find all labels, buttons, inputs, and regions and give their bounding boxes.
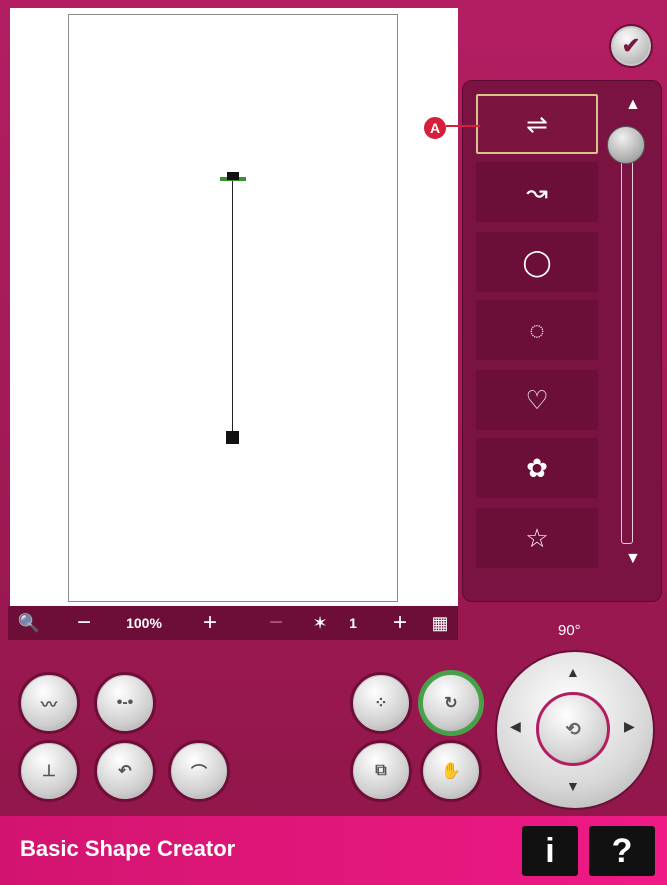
confirm-button[interactable]: ✔ bbox=[609, 24, 653, 68]
heart-shape-button[interactable]: ♡ bbox=[476, 370, 598, 430]
undo-shape-button[interactable]: ↶ bbox=[94, 740, 156, 802]
wheel-up-arrow[interactable]: ▲ bbox=[566, 664, 580, 680]
select-points-button[interactable]: ⁘ bbox=[350, 672, 412, 734]
resize-mode-button[interactable]: ⧉ bbox=[350, 740, 412, 802]
circle-shape-button[interactable]: ◯ bbox=[476, 232, 598, 292]
zoom-out-button[interactable]: − bbox=[72, 606, 96, 640]
draw-line-button[interactable]: 〰 bbox=[18, 672, 80, 734]
wheel-left-arrow[interactable]: ◀ bbox=[510, 718, 521, 735]
zoom-options-icon[interactable]: 🔍 bbox=[16, 606, 42, 640]
rotation-angle: 90° bbox=[558, 622, 581, 639]
zoom-in-button[interactable]: + bbox=[198, 606, 222, 640]
wheel-right-arrow[interactable]: ▶ bbox=[624, 718, 635, 735]
flower-icon: ✿ bbox=[526, 452, 548, 483]
curve-shape-button[interactable]: ↝ bbox=[476, 162, 598, 222]
butterfly-icon: ✶ bbox=[312, 612, 328, 633]
straight-line-icon: ⇌ bbox=[526, 108, 548, 139]
circle-small-shape-button[interactable]: ◌ bbox=[476, 300, 598, 360]
page-title: Basic Shape Creator bbox=[20, 836, 236, 861]
stitch-end-point[interactable] bbox=[226, 431, 239, 444]
star-shape-button[interactable]: ☆ bbox=[476, 508, 598, 568]
help-button[interactable]: ? bbox=[589, 826, 655, 876]
heart-icon: ♡ bbox=[525, 384, 549, 415]
circle-icon: ◯ bbox=[522, 246, 552, 277]
callout-line bbox=[446, 125, 480, 127]
start-marker-knob bbox=[227, 172, 239, 180]
calculator-icon[interactable]: ▦ bbox=[428, 606, 452, 640]
scrollbar-thumb[interactable] bbox=[607, 126, 645, 164]
arc-button[interactable]: ⌒ bbox=[168, 740, 230, 802]
distribute-button[interactable]: •-• bbox=[94, 672, 156, 734]
straight-line-shape-button[interactable]: ⇌ bbox=[476, 94, 598, 154]
circle-small-icon: ◌ bbox=[529, 314, 545, 345]
curve-icon: ↝ bbox=[526, 176, 548, 207]
pan-mode-button[interactable]: ✋ bbox=[420, 740, 482, 802]
zoom-repeat-toolbar: 🔍 − 100% + − ✶ 1 + ▦ bbox=[8, 606, 458, 640]
wheel-down-arrow[interactable]: ▼ bbox=[566, 778, 580, 794]
stitch-line bbox=[232, 180, 233, 436]
hoop-area bbox=[68, 14, 398, 602]
rotate-mode-button[interactable]: ↻ bbox=[420, 672, 482, 734]
star-icon: ☆ bbox=[525, 522, 549, 553]
scroll-down-icon[interactable]: ▼ bbox=[625, 550, 641, 568]
zoom-value: 100% bbox=[126, 615, 162, 631]
scroll-up-icon[interactable]: ▲ bbox=[625, 96, 641, 114]
callout-a: A bbox=[422, 115, 448, 141]
repeat-decrease-button[interactable]: − bbox=[264, 606, 288, 640]
stitch-start-point[interactable] bbox=[220, 172, 246, 181]
flower-shape-button[interactable]: ✿ bbox=[476, 438, 598, 498]
align-button[interactable]: ⊥ bbox=[18, 740, 80, 802]
scrollbar-track[interactable] bbox=[621, 148, 633, 544]
repeat-count: 1 bbox=[349, 615, 357, 631]
wheel-center-button[interactable]: ⟲ bbox=[536, 692, 610, 766]
checkmark-icon: ✔ bbox=[621, 33, 641, 58]
info-button[interactable]: i bbox=[522, 826, 578, 876]
repeat-increase-button[interactable]: + bbox=[388, 606, 412, 640]
